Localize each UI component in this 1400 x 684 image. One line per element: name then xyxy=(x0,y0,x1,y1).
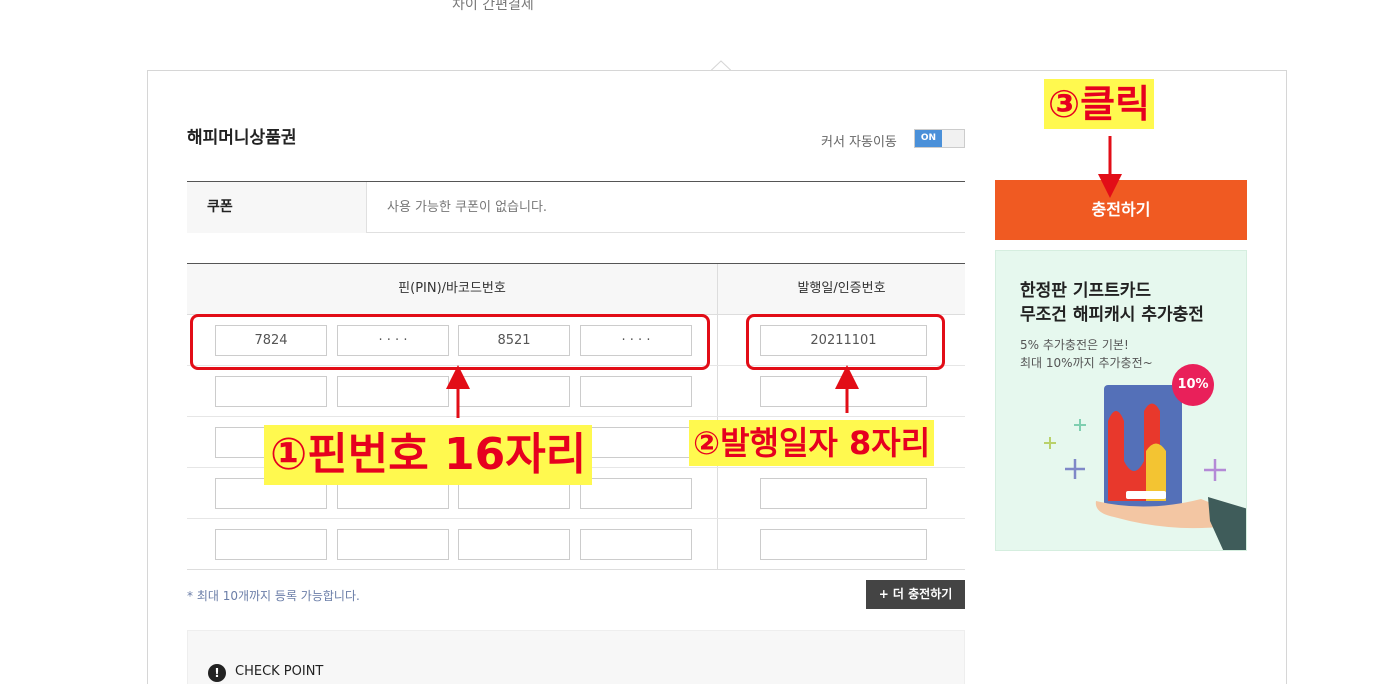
date-column-header: 발행일/인증번호 xyxy=(717,264,965,314)
gift-card-banner[interactable]: 한정판 기프트카드 무조건 해피캐시 추가충전 5% 추가충전은 기본! 최대 … xyxy=(995,250,1247,551)
cursor-auto-toggle[interactable]: ON xyxy=(914,129,965,148)
pin-input[interactable] xyxy=(458,376,570,407)
row-divider xyxy=(187,518,965,519)
pin-highlight-box xyxy=(190,314,710,370)
plus-icon xyxy=(1204,459,1226,481)
date-input[interactable] xyxy=(760,376,927,407)
coupon-status: 사용 가능한 쿠폰이 없습니다. xyxy=(387,200,548,215)
pin-input[interactable] xyxy=(458,529,570,560)
plus-icon xyxy=(1044,437,1056,449)
pin-input[interactable] xyxy=(337,529,449,560)
exclamation-icon: ! xyxy=(208,664,226,682)
toggle-on-label: ON xyxy=(915,130,942,147)
pin-input[interactable] xyxy=(580,376,692,407)
check-point-title: CHECK POINT xyxy=(235,664,324,679)
pin-input[interactable] xyxy=(580,529,692,560)
row-divider xyxy=(187,416,965,417)
date-input[interactable] xyxy=(760,478,927,509)
pin-input[interactable] xyxy=(580,427,692,458)
pin-table-header: 핀(PIN)/바코드번호 발행일/인증번호 xyxy=(187,264,965,315)
pin-table: 핀(PIN)/바코드번호 발행일/인증번호 7824 · · · · 8521 … xyxy=(187,263,965,570)
page: 차이 간편결제 해피머니상품권 커서 자동이동 ON 쿠폰 사용 가능한 쿠폰이… xyxy=(0,0,1400,684)
coupon-row: 쿠폰 사용 가능한 쿠폰이 없습니다. xyxy=(187,181,965,233)
add-more-button[interactable]: + 더 충전하기 xyxy=(866,580,965,609)
discount-badge: 10% xyxy=(1177,377,1209,392)
pin-input[interactable] xyxy=(215,376,327,407)
plus-icon xyxy=(1065,459,1085,479)
pin-column-header: 핀(PIN)/바코드번호 xyxy=(398,281,506,296)
cursor-auto-label: 커서 자동이동 xyxy=(821,135,897,150)
pin-input[interactable] xyxy=(337,376,449,407)
annotation-step3: ③클릭 xyxy=(1044,79,1155,129)
annotation-step2: ②발행일자 8자리 xyxy=(689,420,935,466)
date-input[interactable] xyxy=(760,529,927,560)
card-title: 해피머니상품권 xyxy=(187,128,297,148)
max-register-note: * 최대 10개까지 등록 가능합니다. xyxy=(187,589,360,603)
plus-icon xyxy=(1074,419,1086,431)
banner-title: 한정판 기프트카드 무조건 해피캐시 추가충전 xyxy=(1020,281,1204,325)
pin-input[interactable] xyxy=(215,529,327,560)
annotation-step1: ①핀번호 16자리 xyxy=(264,425,593,485)
banner-subtitle: 5% 추가충전은 기본! 최대 10%까지 추가충전~ xyxy=(1020,338,1153,370)
date-highlight-box xyxy=(746,314,945,370)
coupon-label: 쿠폰 xyxy=(187,182,367,233)
pin-input[interactable] xyxy=(580,478,692,509)
payment-tab-label[interactable]: 차이 간편결제 xyxy=(452,0,534,14)
charge-button[interactable]: 충전하기 xyxy=(995,180,1247,240)
